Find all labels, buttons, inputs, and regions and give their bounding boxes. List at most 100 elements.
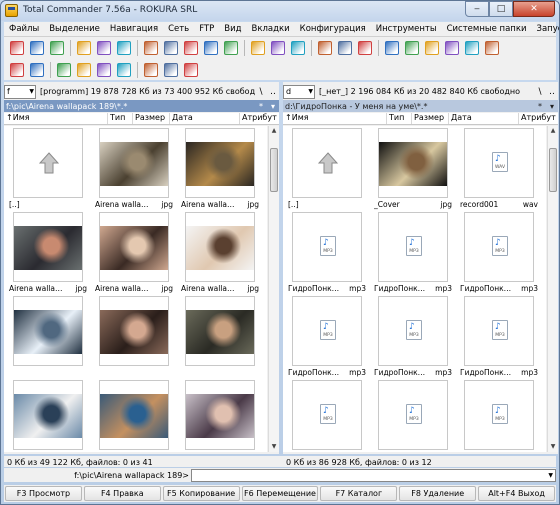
gauge-icon[interactable] [405, 41, 419, 55]
file-tile[interactable]: _Cover jpg [371, 128, 455, 210]
function-key-5[interactable]: F7 Каталог [320, 486, 398, 501]
left-file-list[interactable]: [..] Airena walla… jpg Airena walla… jpg Aire… [4, 126, 267, 452]
file-tile[interactable]: [..] [285, 128, 369, 210]
menu-item-5[interactable]: Вид [219, 24, 246, 34]
function-key-2[interactable]: F4 Правка [83, 486, 161, 501]
column-name[interactable]: ↑Имя [283, 113, 387, 124]
stop-icon[interactable] [425, 41, 439, 55]
menu-item-1[interactable]: Выделение [44, 24, 105, 34]
function-key-7[interactable]: Alt+F4 Выход [478, 486, 556, 501]
function-key-4[interactable]: F6 Перемещение [241, 486, 319, 501]
file-tile[interactable] [178, 380, 262, 452]
menu-item-7[interactable]: Конфигурация [295, 24, 371, 34]
right-drive-select[interactable]: d [283, 84, 315, 99]
left-path-bar[interactable]: f:\pic\Airena wallapack 189\*.* * ▾ [4, 100, 279, 112]
function-key-3[interactable]: F5 Копирование [162, 486, 240, 501]
file-tile[interactable] [92, 380, 176, 452]
file-tile[interactable] [6, 296, 90, 378]
right-scrollbar[interactable]: ▲ ▼ [547, 126, 558, 452]
unpack-icon[interactable] [271, 41, 285, 55]
dos-icon[interactable] [465, 41, 479, 55]
explorer-icon[interactable] [10, 62, 24, 77]
book-icon[interactable] [485, 41, 499, 55]
menu-item-2[interactable]: Навигация [105, 24, 163, 34]
file-tile[interactable]: ♪ WAV record001 wav [457, 128, 541, 210]
file-tile[interactable]: [..] [6, 128, 90, 210]
refresh-icon[interactable] [77, 41, 91, 55]
right-path-bar[interactable]: d:\ГидроПонка - У меня на уме\*.* * ▾ [283, 100, 558, 112]
file-tile[interactable]: Airena walla… jpg [92, 128, 176, 210]
media-icon[interactable] [117, 62, 131, 77]
function-key-6[interactable]: F8 Удаление [399, 486, 477, 501]
file-tile[interactable]: ♪ MP3 ГидроПонк… mp3 [457, 296, 541, 378]
network-drive-icon[interactable] [318, 41, 332, 55]
left-parent-button[interactable]: .. [267, 85, 279, 99]
compare-icon[interactable] [77, 62, 91, 77]
file-tile[interactable] [92, 296, 176, 378]
app-icon[interactable] [5, 4, 18, 17]
list-icon[interactable] [144, 62, 158, 77]
column-attributes[interactable]: Атрибут [240, 113, 279, 124]
menu-item-10[interactable]: Запуск [532, 24, 559, 34]
pack-icon[interactable] [291, 41, 305, 55]
tree-icon[interactable] [164, 62, 178, 77]
scroll-up-icon[interactable]: ▲ [548, 126, 558, 136]
file-tile[interactable]: Airena walla… jpg [92, 212, 176, 294]
network-icon[interactable] [50, 41, 64, 55]
file-tile[interactable]: ♪ MP3 ГидроПонк… mp3 [285, 212, 369, 294]
scroll-down-icon[interactable]: ▼ [269, 442, 279, 452]
column-date[interactable]: Дата [170, 113, 240, 124]
column-attributes[interactable]: Атрибут [519, 113, 558, 124]
move-icon[interactable] [224, 41, 238, 55]
pencil-icon[interactable] [445, 41, 459, 55]
file-tile[interactable]: ♪ MP3 ГидроПонк… mp3 [285, 296, 369, 378]
file-tile[interactable]: ♪ MP3 [457, 380, 541, 452]
left-hotlist-button[interactable]: ▾ [267, 102, 279, 111]
right-file-list[interactable]: [..] _Cover jpg ♪ WAV record001 wav ♪ MP3 ГидроПо… [283, 126, 546, 452]
right-scroll-thumb[interactable] [549, 148, 557, 192]
file-tile[interactable]: ♪ MP3 ГидроПонк… mp3 [371, 212, 455, 294]
menu-item-6[interactable]: Вкладки [247, 24, 295, 34]
file-tile[interactable]: ♪ MP3 ГидроПонк… mp3 [371, 296, 455, 378]
left-root-button[interactable]: \ [255, 85, 267, 99]
ftp-icon[interactable] [338, 41, 352, 55]
paste-icon[interactable] [164, 41, 178, 55]
command-input[interactable] [191, 468, 556, 482]
save-icon[interactable] [10, 41, 24, 55]
back-icon[interactable] [97, 41, 111, 55]
text-icon[interactable] [184, 62, 198, 77]
right-hotlist-button[interactable]: ▾ [546, 102, 558, 111]
notepad-icon[interactable] [385, 41, 399, 55]
title-bar[interactable]: Total Commander 7.56a - ROKURA SRL ‒ □ ✕ [1, 1, 559, 21]
file-tile[interactable]: Airena walla… jpg [178, 128, 262, 210]
right-history-button[interactable]: * [534, 102, 546, 111]
find-icon[interactable] [251, 41, 265, 55]
file-tile[interactable] [178, 296, 262, 378]
file-tile[interactable]: ♪ MP3 ГидроПонк… mp3 [457, 212, 541, 294]
menu-item-4[interactable]: FTP [194, 24, 219, 34]
scroll-up-icon[interactable]: ▲ [269, 126, 279, 136]
close-button[interactable]: ✕ [513, 1, 555, 17]
view-icon[interactable] [57, 62, 71, 77]
minimize-button[interactable]: ‒ [465, 1, 489, 17]
column-size[interactable]: Размер [412, 113, 449, 124]
internet-icon[interactable] [97, 62, 111, 77]
maximize-button[interactable]: □ [489, 1, 513, 17]
left-scrollbar[interactable]: ▲ ▼ [268, 126, 279, 452]
left-scroll-thumb[interactable] [270, 148, 278, 192]
file-tile[interactable] [6, 380, 90, 452]
column-date[interactable]: Дата [449, 113, 519, 124]
file-tile[interactable]: Airena walla… jpg [178, 212, 262, 294]
column-type[interactable]: Тип [387, 113, 412, 124]
copy-icon[interactable] [144, 41, 158, 55]
file-tile[interactable]: Airena walla… jpg [6, 212, 90, 294]
left-history-button[interactable]: * [255, 102, 267, 111]
scroll-down-icon[interactable]: ▼ [548, 442, 558, 452]
folder-icon[interactable] [358, 41, 372, 55]
calculator-icon[interactable] [30, 62, 44, 77]
forward-icon[interactable] [117, 41, 131, 55]
menu-item-8[interactable]: Инструменты [371, 24, 442, 34]
column-type[interactable]: Тип [108, 113, 133, 124]
column-size[interactable]: Размер [133, 113, 170, 124]
column-name[interactable]: ↑Имя [4, 113, 108, 124]
